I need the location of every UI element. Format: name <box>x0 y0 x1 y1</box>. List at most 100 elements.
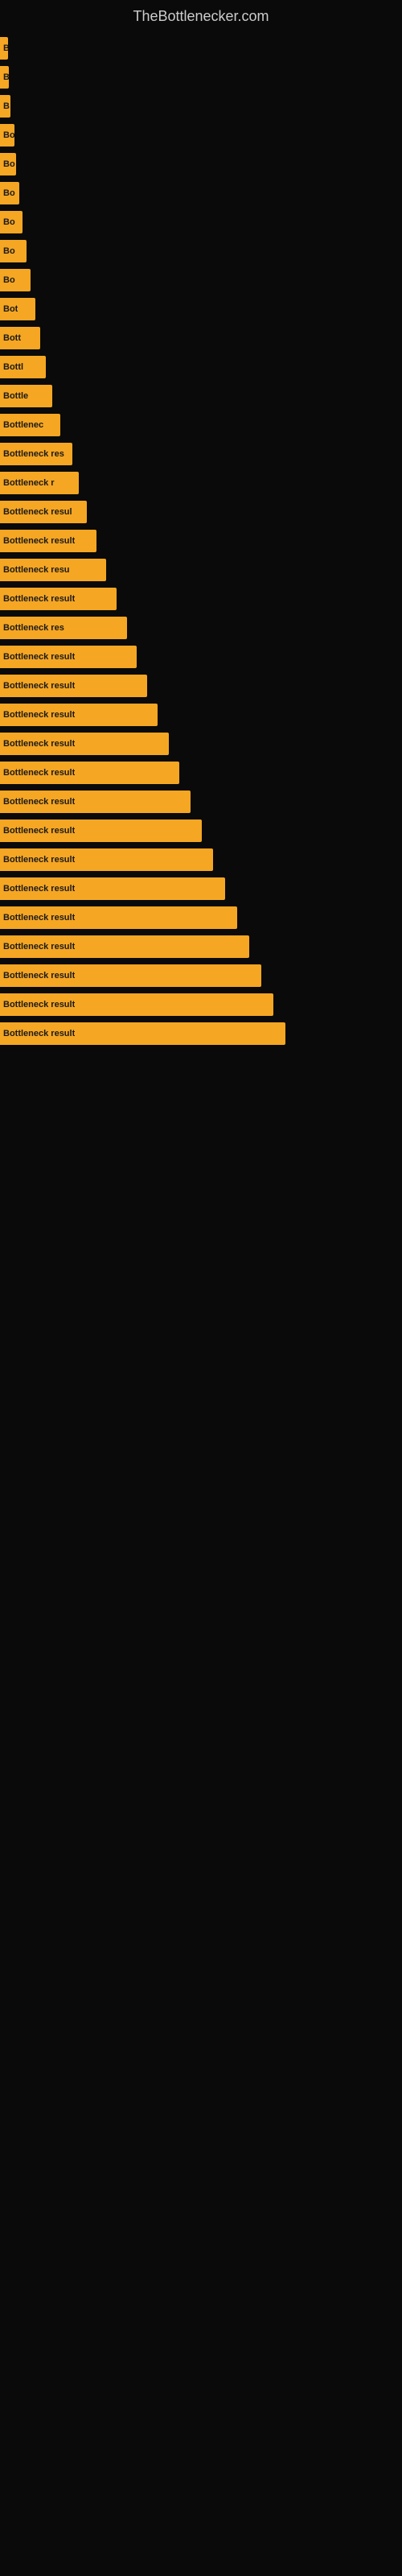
bar-row: Bottleneck result <box>0 1022 402 1045</box>
bar-label: Bottleneck result <box>3 797 75 807</box>
bar-row: Bottleneck result <box>0 935 402 958</box>
bars-container: B B B Bo Bo Bo Bo Bo Bo Bot Bott Bottl Bottle Bottlen… <box>0 37 402 1067</box>
bar: Bottlenec <box>0 414 60 436</box>
bar: Bottleneck result <box>0 733 169 755</box>
bar-label: Bottlenec <box>3 420 43 430</box>
bar-row: Bo <box>0 269 402 291</box>
bar: Bottleneck resu <box>0 559 106 581</box>
bar: Bottleneck result <box>0 1022 285 1045</box>
bar: Bot <box>0 298 35 320</box>
bar: Bo <box>0 153 16 175</box>
bar: B <box>0 37 8 60</box>
bar-label: Bottleneck result <box>3 652 75 662</box>
bar-label: Bottleneck result <box>3 739 75 749</box>
bar-row: Bottleneck result <box>0 704 402 726</box>
bar-label: Bottleneck resul <box>3 507 72 517</box>
bar-row: Bo <box>0 211 402 233</box>
bar-label: Bottleneck result <box>3 913 75 923</box>
bar-row: Bottleneck result <box>0 906 402 929</box>
site-title: TheBottlenecker.com <box>0 0 402 37</box>
bar-label: B <box>3 101 10 111</box>
bar-label: Bottleneck result <box>3 1029 75 1038</box>
bar-label: Bottleneck result <box>3 710 75 720</box>
bar: Bottleneck resul <box>0 501 87 523</box>
bar-label: Bottleneck res <box>3 623 64 633</box>
bar: Bottleneck result <box>0 704 158 726</box>
bar-row: B <box>0 66 402 89</box>
bar-label: Bott <box>3 333 21 343</box>
bar-label: Bo <box>3 217 15 227</box>
bar-row: Bo <box>0 182 402 204</box>
bar-label: Bo <box>3 159 15 169</box>
bar: Bottleneck result <box>0 762 179 784</box>
bar-row: Bottleneck res <box>0 443 402 465</box>
bar-label: Bottleneck result <box>3 1000 75 1009</box>
bar-row: Bottleneck result <box>0 646 402 668</box>
bar-row: Bottleneck result <box>0 819 402 842</box>
bar-label: Bottleneck result <box>3 826 75 836</box>
bar-row: Bo <box>0 153 402 175</box>
bar: Bottleneck result <box>0 935 249 958</box>
bar-label: Bottleneck resu <box>3 565 70 575</box>
bar-row: Bottleneck result <box>0 588 402 610</box>
bar-row: Bottl <box>0 356 402 378</box>
bar: B <box>0 95 10 118</box>
bar: Bo <box>0 240 27 262</box>
bar-row: Bottleneck result <box>0 877 402 900</box>
bar: Bottleneck result <box>0 964 261 987</box>
bar-label: Bottleneck result <box>3 942 75 952</box>
bar: Bo <box>0 182 19 204</box>
bar-label: Bottle <box>3 391 28 401</box>
bar: Bottleneck r <box>0 472 79 494</box>
bar: Bottleneck result <box>0 906 237 929</box>
bar-row: B <box>0 37 402 60</box>
bar-label: Bottleneck r <box>3 478 55 488</box>
bar-label: Bottleneck result <box>3 884 75 894</box>
bar: Bottleneck result <box>0 791 191 813</box>
bar: B <box>0 66 9 89</box>
bar: Bottleneck result <box>0 848 213 871</box>
bar-row: Bottleneck result <box>0 762 402 784</box>
bar: Bottl <box>0 356 46 378</box>
bar-label: Bo <box>3 246 15 256</box>
bar-row: Bottleneck result <box>0 675 402 697</box>
bar-label: Bo <box>3 130 14 140</box>
bar-row: Bottleneck result <box>0 848 402 871</box>
bar-label: Bo <box>3 188 15 198</box>
bar-label: Bottleneck result <box>3 594 75 604</box>
bar-row: Bottleneck result <box>0 791 402 813</box>
bar-row: Bottleneck r <box>0 472 402 494</box>
bar-row: Bott <box>0 327 402 349</box>
bar: Bottleneck result <box>0 646 137 668</box>
bar-label: Bottleneck result <box>3 971 75 980</box>
bar-row: Bo <box>0 124 402 147</box>
bar: Bottleneck result <box>0 993 273 1016</box>
bar: Bottleneck res <box>0 443 72 465</box>
bar-label: Bot <box>3 304 18 314</box>
bar: Bo <box>0 211 23 233</box>
bar-label: B <box>3 43 8 53</box>
bar-label: B <box>3 72 9 82</box>
bar-label: Bottleneck result <box>3 681 75 691</box>
bar: Bott <box>0 327 40 349</box>
bar-row: Bot <box>0 298 402 320</box>
bar-label: Bottleneck res <box>3 449 64 459</box>
bar-row: Bottle <box>0 385 402 407</box>
bar: Bottleneck result <box>0 819 202 842</box>
bar: Bottleneck result <box>0 877 225 900</box>
bar: Bottleneck result <box>0 530 96 552</box>
bar: Bottle <box>0 385 52 407</box>
bar-row: Bottleneck resu <box>0 559 402 581</box>
bar: Bottleneck result <box>0 675 147 697</box>
bar-row: Bottleneck result <box>0 530 402 552</box>
bar-row: Bo <box>0 240 402 262</box>
bar: Bo <box>0 124 14 147</box>
bar: Bottleneck res <box>0 617 127 639</box>
bar-label: Bottleneck result <box>3 768 75 778</box>
bar-label: Bottleneck result <box>3 855 75 865</box>
bar-row: Bottleneck result <box>0 964 402 987</box>
bar-row: Bottleneck resul <box>0 501 402 523</box>
bar-row: Bottleneck result <box>0 993 402 1016</box>
bar: Bottleneck result <box>0 588 117 610</box>
bar-row: Bottlenec <box>0 414 402 436</box>
